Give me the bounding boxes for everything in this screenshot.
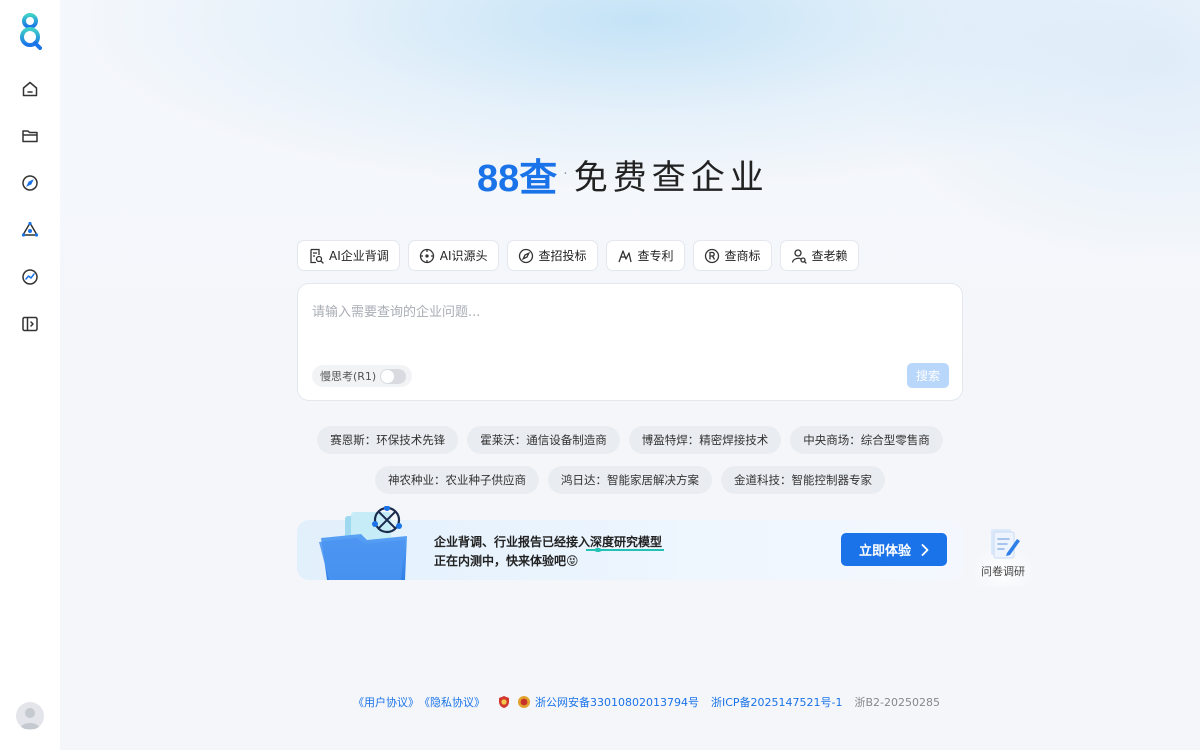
tool-patent[interactable]: 查专利 [605,240,685,271]
tool-label: 查招投标 [538,249,587,263]
nav-trend[interactable] [19,266,41,288]
privacy-agreement-link[interactable]: 《隐私协议》 [419,694,485,710]
promo-text: 企业背调、行业报告已经接入 [434,535,591,549]
home-icon [22,81,38,97]
suggestion-chip[interactable]: 赛恩斯：环保技术先锋 [317,426,459,454]
tool-label: 查老赖 [811,249,848,263]
tool-label: 查商标 [724,249,761,263]
suggestion-chip[interactable]: 鸿日达：智能家居解决方案 [548,466,712,494]
search-input[interactable] [312,300,932,324]
tool-label: AI识源头 [439,249,488,263]
deep-think-switch[interactable] [380,368,407,384]
b2-license: 浙B2-20250285 [854,696,941,709]
survey-button[interactable]: 问卷调研 [971,527,1035,587]
tool-ai-source[interactable]: AI识源头 [407,240,499,271]
promo-line2: 正在内测中，快来体验吧😝 [434,554,579,568]
suggestion-chip[interactable]: 博盈特焊：精密焊接技术 [628,426,782,454]
survey-icon [991,529,1020,559]
gov-emblem-icon [518,696,530,708]
tool-tabs: AI企业背调 AI识源头 查招投标 查专利 查商标 查老赖 [297,240,859,271]
doc-search-icon [310,248,324,264]
hero-title: 88查 · 免费查企业 [477,150,769,200]
police-record-link[interactable]: 浙公网安备33010802013794号 [535,694,699,710]
tool-debtor[interactable]: 查老赖 [779,240,859,271]
tool-trademark[interactable]: 查商标 [692,240,772,271]
search-button[interactable]: 搜索 [907,363,949,388]
sidebar-toggle-icon [22,316,38,332]
hero-separator: · [563,166,568,182]
search-box: 慢思考(R1) 搜索 [297,283,963,401]
user-avatar-icon [20,708,40,729]
nav-home[interactable] [19,78,41,100]
user-agreement-link[interactable]: 《用户协议》 [353,694,419,710]
deep-think-toggle[interactable]: 慢思考(R1) [312,365,413,387]
suggestion-chip[interactable]: 神农种业：农业种子供应商 [375,466,539,494]
suggestion-chip[interactable]: 霍莱沃：通信设备制造商 [467,426,620,454]
tool-label: AI企业背调 [329,249,389,263]
app-logo[interactable] [18,12,42,50]
footer: 《用户协议》 《隐私协议》 浙公网安备33010802013794号 浙ICP备… [353,694,940,710]
tool-label: 查专利 [637,249,674,263]
deep-think-label: 慢思考(R1) [320,370,377,383]
promo-line1: 企业背调、行业报告已经接入深度研究模型 [434,533,662,550]
avatar[interactable] [16,702,44,730]
nav-collapse[interactable] [19,313,41,335]
police-badge-icon [499,696,509,708]
nav-ai[interactable] [19,219,41,241]
patent-icon [617,249,632,262]
compass-icon [22,175,38,191]
try-now-label: 立即体验 [858,544,911,559]
promo-highlight: 深度研究模型 [590,535,663,549]
sidebar [0,0,60,750]
chevron-right-icon [921,543,929,556]
main-content: 88查 · 免费查企业 AI企业背调 AI识源头 查招投标 查专利 查商标 查老… [60,0,1200,750]
user-search-icon [791,248,807,264]
try-now-button[interactable]: 立即体验 [841,533,947,566]
promo-banner: 企业背调、行业报告已经接入深度研究模型 正在内测中，快来体验吧😝 立即体验 [297,506,963,580]
survey-label: 问卷调研 [981,565,1025,578]
ai-network-icon [21,221,39,237]
nav-explore[interactable] [19,172,41,194]
crosshair-icon [419,248,434,263]
hero-slogan: 免费查企业 [573,157,769,198]
tool-ai-background-check[interactable]: AI企业背调 [297,240,400,271]
tool-bidding[interactable]: 查招投标 [506,240,598,271]
brand-name: 88查 [477,157,558,200]
suggestion-chip[interactable]: 金道科技：智能控制器专家 [721,466,885,494]
folder-icon [22,130,38,143]
nav-folder[interactable] [19,125,41,147]
trend-icon [22,269,38,285]
registered-icon [704,248,719,263]
promo-folder-illustration [319,506,407,580]
compass-icon [518,248,533,263]
suggestion-list: 赛恩斯：环保技术先锋 霍莱沃：通信设备制造商 博盈特焊：精密焊接技术 中央商场：… [297,426,963,494]
suggestion-chip[interactable]: 中央商场：综合型零售商 [790,426,943,454]
icp-record-link[interactable]: 浙ICP备2025147521号-1 [711,694,843,710]
